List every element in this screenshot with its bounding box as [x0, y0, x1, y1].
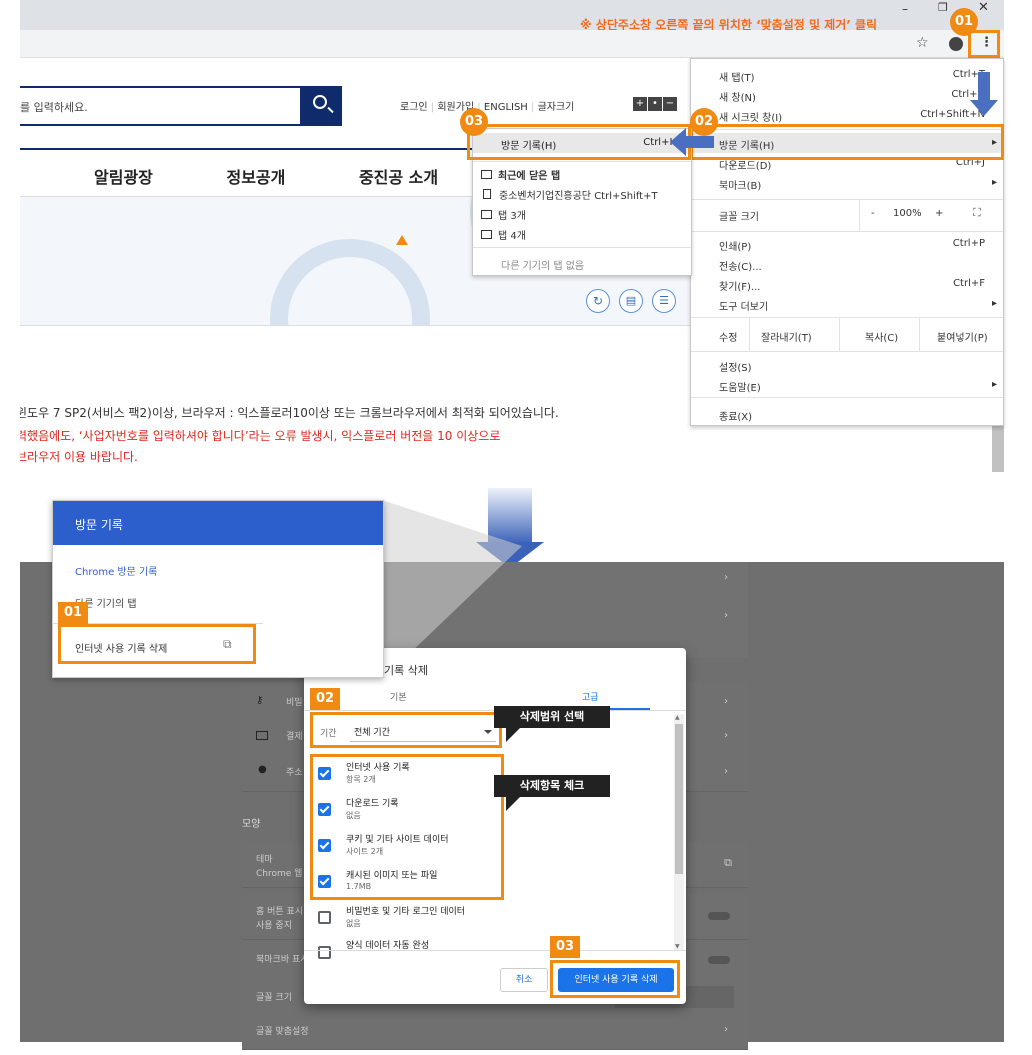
clear-link-highlight — [58, 624, 256, 664]
step-badge-02-bottom: 02 — [310, 688, 341, 710]
callout-items: 삭제항목 체크 — [494, 775, 610, 797]
dialog-title: 기록 삭제 — [384, 664, 428, 677]
chrome-history-link[interactable]: Chrome 방문 기록 — [75, 563, 157, 578]
clear-item-passwords[interactable]: 비밀번호 및 기타 로그인 데이터 없음 — [304, 902, 674, 938]
items-highlight — [310, 754, 504, 900]
checkbox-unchecked[interactable] — [318, 911, 331, 924]
tab-basic[interactable]: 기본 — [390, 690, 407, 703]
history-panel-header: 방문 기록 — [53, 501, 383, 545]
period-highlight — [310, 712, 502, 748]
clear-button-highlight — [550, 960, 680, 998]
tab-advanced[interactable]: 고급 — [582, 690, 599, 703]
callout-range: 삭제범위 선택 — [494, 706, 610, 728]
cancel-button[interactable]: 취소 — [500, 968, 548, 992]
checkbox-unchecked[interactable] — [318, 946, 331, 959]
step-badge-01-bottom: 01 — [58, 602, 89, 624]
dialog-scrollbar[interactable]: ▲ ▼ — [674, 714, 684, 950]
step-badge-03-bottom: 03 — [550, 936, 581, 958]
